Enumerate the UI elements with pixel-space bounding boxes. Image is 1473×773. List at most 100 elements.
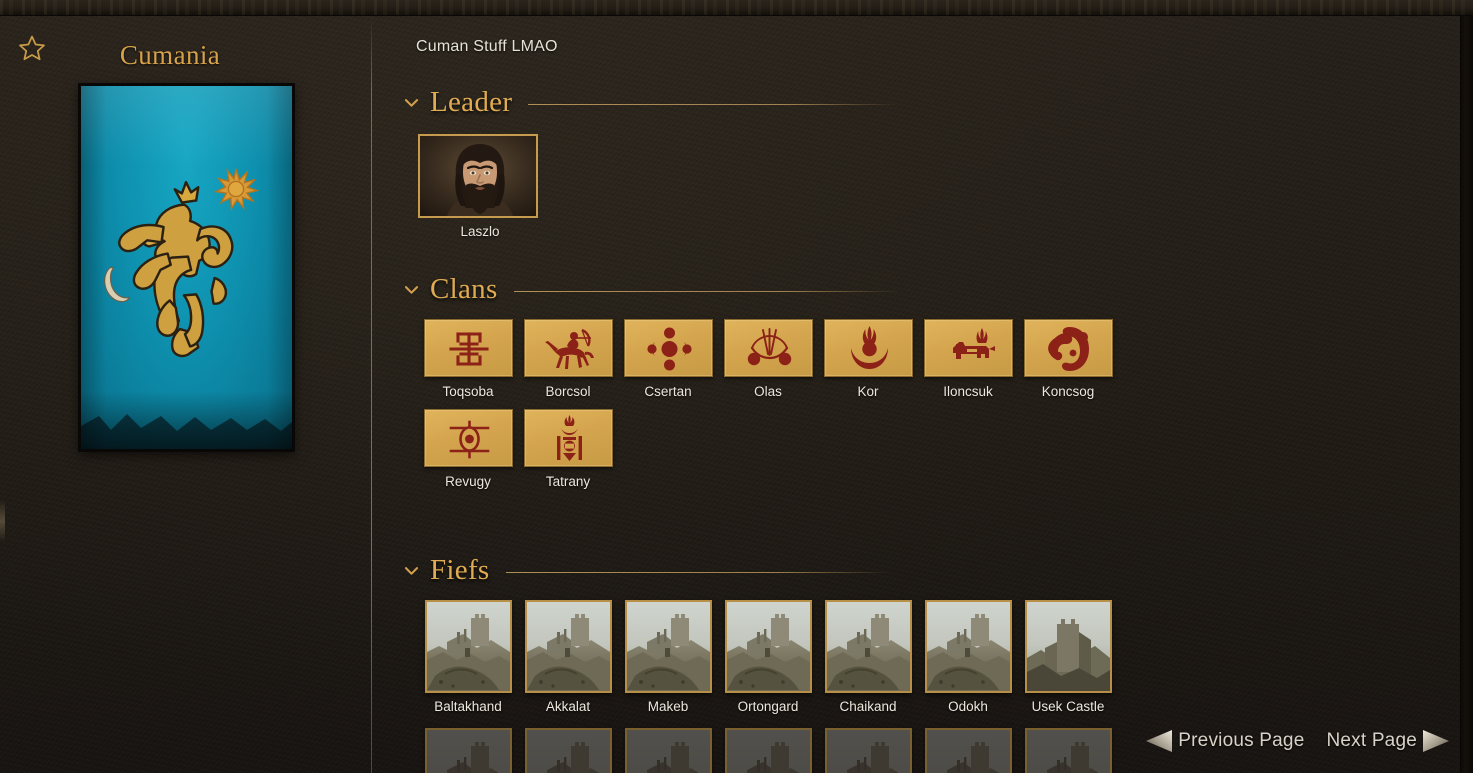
fief-thumbnail[interactable]: [624, 728, 712, 773]
leader-tile[interactable]: Laszlo: [418, 134, 542, 239]
fief-tile[interactable]: [618, 728, 718, 773]
fief-name-label: Ortongard: [737, 699, 799, 714]
leader-grid: Laszlo: [418, 122, 1460, 239]
fief-name-label: Usek Castle: [1031, 699, 1105, 714]
section-rule: [505, 571, 891, 573]
fief-name-label: Odokh: [948, 699, 988, 714]
fief-thumbnail[interactable]: [524, 728, 612, 773]
fief-thumbnail[interactable]: [824, 600, 912, 693]
pagination-controls: Previous Page Next Page: [1142, 719, 1453, 763]
arrow-right-icon: [1423, 730, 1449, 752]
fief-tile[interactable]: Chaikand: [818, 600, 918, 714]
scrollbar-indicator[interactable]: [0, 500, 5, 542]
clan-name-label: Csertan: [644, 384, 692, 399]
fief-tile[interactable]: Odokh: [918, 600, 1018, 714]
fief-castle-thumb-icon: [826, 602, 910, 691]
fief-castle-thumb-icon: [826, 730, 910, 773]
fief-thumbnail[interactable]: [824, 728, 912, 773]
fief-thumbnail[interactable]: [424, 728, 512, 773]
fief-tile[interactable]: Makeb: [618, 600, 718, 714]
fiefs-grid-overflow: [418, 718, 1178, 773]
fief-tile[interactable]: Akkalat: [518, 600, 618, 714]
fief-tile[interactable]: Ortongard: [718, 600, 818, 714]
avatar[interactable]: [418, 134, 538, 218]
chevron-down-icon[interactable]: [398, 276, 424, 302]
clan-tile[interactable]: Iloncsuk: [918, 319, 1018, 399]
section-rule: [513, 290, 899, 292]
fief-thumbnail[interactable]: [724, 728, 812, 773]
fief-tile[interactable]: Baltakhand: [418, 600, 518, 714]
next-page-label: Next Page: [1326, 730, 1417, 751]
previous-page-button[interactable]: Previous Page: [1142, 726, 1304, 756]
clan-tile[interactable]: Tatrany: [518, 409, 618, 489]
fief-castle-thumb-icon: [526, 730, 610, 773]
clan-tile[interactable]: Toqsoba: [418, 319, 518, 399]
faction-banner[interactable]: [79, 84, 294, 451]
cumania-banner-rampant-lion-icon: [81, 168, 292, 449]
fief-castle-thumb-icon: [726, 730, 810, 773]
page-title: Cumania: [119, 40, 221, 70]
clan-name-label: Kor: [857, 384, 879, 399]
clan-name-label: Olas: [754, 384, 782, 399]
fief-thumbnail[interactable]: [424, 600, 512, 693]
section-leader: Leader Laszlo: [372, 82, 1460, 239]
fief-tile[interactable]: [418, 728, 518, 773]
fief-thumbnail[interactable]: [924, 728, 1012, 773]
clan-tile[interactable]: Olas: [718, 319, 818, 399]
fief-thumbnail[interactable]: [524, 600, 612, 693]
clan-tile[interactable]: Kor: [818, 319, 918, 399]
clan-name-label: Tatrany: [545, 474, 591, 489]
clan-sigil-crescent-flame-icon[interactable]: [823, 319, 913, 377]
fief-castle-thumb-icon: [426, 602, 510, 691]
chevron-down-icon[interactable]: [398, 557, 424, 583]
section-clans: Clans Toqsoba Borcsol Csertan Olas Kor I…: [372, 269, 1460, 489]
fief-name-label: Baltakhand: [434, 699, 502, 714]
leader-name-label: Laszlo: [460, 224, 500, 239]
faction-subtitle: Cuman Stuff LMAO: [416, 38, 558, 55]
clan-tile[interactable]: Koncsog: [1018, 319, 1118, 399]
section-leader-title: Leader: [430, 86, 513, 118]
fief-castle-thumb-icon: [726, 602, 810, 691]
fief-thumbnail[interactable]: [624, 600, 712, 693]
fief-thumbnail[interactable]: [1024, 728, 1112, 773]
fief-thumbnail[interactable]: [1024, 600, 1112, 693]
clan-tile[interactable]: Csertan: [618, 319, 718, 399]
clan-sigil-bow-arrows-icon[interactable]: [723, 319, 813, 377]
clan-tile[interactable]: Revugy: [418, 409, 518, 489]
fief-tile[interactable]: [718, 728, 818, 773]
clan-sigil-tamga-cross-icon[interactable]: [423, 319, 513, 377]
fief-name-label: Chaikand: [839, 699, 897, 714]
clan-sigil-horse-archer-icon[interactable]: [523, 319, 613, 377]
chevron-down-icon[interactable]: [398, 89, 424, 115]
fief-tower-thumb-icon: [1026, 602, 1110, 691]
arrow-left-icon: [1146, 730, 1173, 752]
panel-right-edge: [1460, 16, 1473, 773]
clan-sigil-wolf-flame-icon[interactable]: [923, 319, 1013, 377]
fiefs-grid: Baltakhand Akkalat Makeb Ortongard Chaik…: [418, 590, 1178, 714]
section-fiefs-header[interactable]: Fiefs: [372, 550, 1460, 590]
clans-grid: Toqsoba Borcsol Csertan Olas Kor Iloncsu…: [418, 309, 1178, 489]
fief-thumbnail[interactable]: [924, 600, 1012, 693]
section-clans-header[interactable]: Clans: [372, 269, 1460, 309]
fief-castle-thumb-icon: [626, 602, 710, 691]
faction-summary-panel: Cumania: [0, 16, 371, 773]
section-leader-header[interactable]: Leader: [372, 82, 1460, 122]
fief-castle-thumb-icon: [626, 730, 710, 773]
fief-tile[interactable]: [818, 728, 918, 773]
fief-tile[interactable]: [1018, 728, 1118, 773]
clan-sigil-totem-pillar-icon[interactable]: [523, 409, 613, 467]
fief-thumbnail[interactable]: [724, 600, 812, 693]
clan-sigil-eye-bars-icon[interactable]: [423, 409, 513, 467]
fief-castle-thumb-icon: [526, 602, 610, 691]
clan-name-label: Toqsoba: [442, 384, 494, 399]
clan-tile[interactable]: Borcsol: [518, 319, 618, 399]
clan-name-label: Koncsog: [1041, 384, 1095, 399]
fief-tile[interactable]: [518, 728, 618, 773]
fief-tile[interactable]: Usek Castle: [1018, 600, 1118, 714]
next-page-button[interactable]: Next Page: [1326, 726, 1453, 756]
clan-sigil-spiral-knot-icon[interactable]: [1023, 319, 1113, 377]
fief-tile[interactable]: [918, 728, 1018, 773]
fief-castle-thumb-icon: [1026, 730, 1110, 773]
fief-name-label: Akkalat: [545, 699, 591, 714]
clan-sigil-four-discs-icon[interactable]: [623, 319, 713, 377]
